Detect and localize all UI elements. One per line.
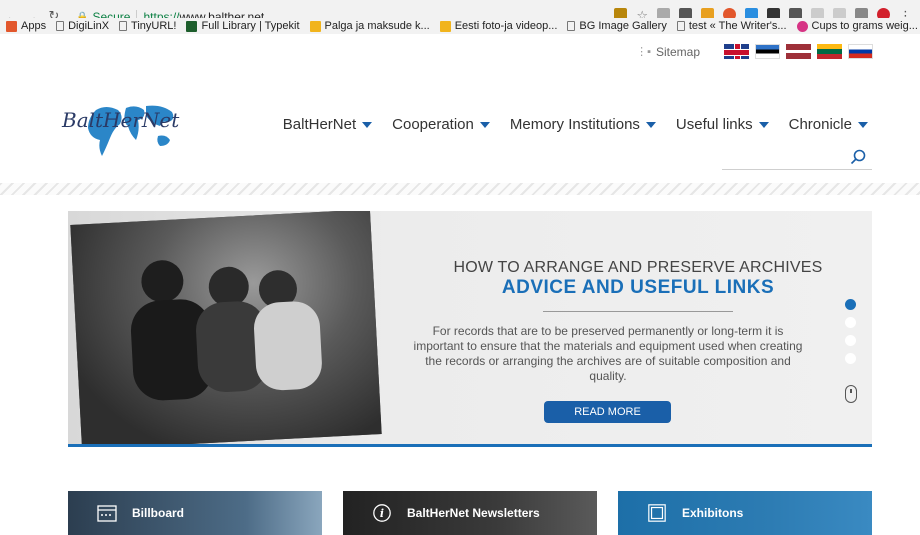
slider-dot-3[interactable] — [845, 335, 856, 346]
bookmark-label: Eesti foto-ja videop... — [454, 20, 558, 32]
slider-dot-1[interactable] — [845, 299, 856, 310]
apps-grid-icon — [6, 20, 17, 32]
palga-icon — [309, 20, 321, 32]
slider-dot-2[interactable] — [845, 317, 856, 328]
bookmark-item[interactable]: test « The Writer's... — [676, 20, 787, 32]
bookmark-label: Palga ja maksude k... — [324, 20, 430, 32]
info-icon: i — [373, 504, 391, 522]
bookmark-item[interactable]: DigiLinX — [56, 20, 109, 32]
billboard-icon — [97, 505, 117, 522]
card-label: Billboard — [132, 506, 185, 520]
nav-label: BaltHerNet — [282, 116, 357, 133]
scroll-mouse-icon[interactable] — [845, 385, 857, 403]
card-label: BaltHerNet Newsletters — [407, 506, 540, 520]
nav-chronicle[interactable]: Chronicle — [789, 116, 868, 133]
caret-down-icon — [645, 121, 656, 128]
bookmark-label: Apps — [21, 20, 47, 32]
nav-label: Memory Institutions — [509, 116, 640, 133]
hero-divider — [543, 311, 733, 312]
bookmark-label: DigiLinX — [68, 20, 110, 32]
bookmark-item[interactable]: Eesti foto-ja videop... — [439, 20, 558, 32]
bookmark-item[interactable]: Palga ja maksude k... — [309, 20, 430, 32]
caret-down-icon — [479, 121, 490, 128]
search-input[interactable] — [722, 169, 872, 170]
bookmark-label: Cups to grams weig... — [811, 20, 918, 32]
card-billboard[interactable]: Billboard — [68, 491, 322, 535]
card-exhibitions[interactable]: Exhibitons — [618, 491, 872, 535]
caret-down-icon — [858, 121, 868, 128]
hero-title-line1: HOW TO ARRANGE AND PRESERVE ARCHIVES — [453, 259, 823, 276]
nav-cooperation[interactable]: Cooperation — [392, 116, 490, 133]
read-more-button[interactable]: READ MORE — [544, 401, 671, 423]
nav-useful-links[interactable]: Useful links — [676, 116, 769, 133]
bookmark-item[interactable]: TinyURL! — [119, 20, 176, 32]
page-icon — [119, 21, 128, 31]
archive-photo — [70, 211, 382, 446]
bookmark-label: BG Image Gallery — [579, 20, 667, 32]
hero-body: For records that are to be preserved per… — [413, 324, 803, 383]
hero-slider: HOW TO ARRANGE AND PRESERVE ARCHIVES ADV… — [68, 211, 872, 446]
page-icon — [567, 21, 576, 31]
latvia-flag[interactable] — [786, 44, 811, 59]
bookmark-item[interactable]: Apps — [6, 20, 46, 32]
uk-flag[interactable] — [724, 44, 749, 59]
logo-text: BaltHerNet — [62, 108, 180, 132]
bookmark-label: TinyURL! — [131, 20, 177, 32]
svg-text:i: i — [380, 507, 384, 520]
bookmark-item[interactable]: BG Image Gallery — [567, 20, 667, 32]
card-label: Exhibitons — [682, 506, 744, 520]
utility-bar: ⋮▪ Sitemap — [636, 44, 873, 59]
caret-down-icon — [758, 121, 769, 128]
nav-memory-institutions[interactable]: Memory Institutions — [510, 116, 656, 133]
bookmark-label: test « The Writer's... — [688, 20, 787, 32]
sitemap-link[interactable]: ⋮▪ Sitemap — [636, 45, 700, 59]
nav-label: Chronicle — [788, 116, 852, 133]
cups-icon — [796, 20, 808, 32]
sitemap-icon: ⋮▪ — [636, 46, 651, 58]
lithuania-flag[interactable] — [817, 44, 842, 59]
card-newsletters[interactable]: i BaltHerNet Newsletters — [343, 491, 597, 535]
hero-title-line2: ADVICE AND USEFUL LINKS — [501, 277, 775, 298]
nav-balthernet[interactable]: BaltHerNet — [282, 116, 373, 133]
nav-label: Useful links — [675, 116, 753, 133]
bookmark-item[interactable]: Cups to grams weig... — [796, 20, 918, 32]
sitemap-label: Sitemap — [655, 44, 700, 59]
nav-label: Cooperation — [392, 116, 474, 133]
page-icon — [676, 21, 685, 31]
caret-down-icon — [362, 121, 373, 128]
bookmarks-bar: Apps DigiLinX TinyURL! Full Library | Typek… — [0, 18, 920, 34]
page-icon — [56, 21, 65, 31]
decorative-divider — [0, 183, 920, 195]
estonia-flag[interactable] — [755, 44, 780, 59]
eesti-foto-icon — [439, 20, 451, 32]
main-nav: BaltHerNet Cooperation Memory Institutio… — [283, 116, 868, 133]
slider-dot-4[interactable] — [845, 353, 856, 364]
bookmark-item[interactable]: Full Library | Typekit — [186, 20, 300, 32]
typekit-icon — [186, 20, 198, 32]
search-icon[interactable] — [850, 149, 866, 165]
hero-underline — [68, 444, 872, 447]
russia-flag[interactable] — [848, 44, 873, 59]
bookmark-label: Full Library | Typekit — [201, 20, 300, 32]
exhibitions-icon — [648, 504, 666, 522]
slider-dots — [845, 299, 856, 364]
